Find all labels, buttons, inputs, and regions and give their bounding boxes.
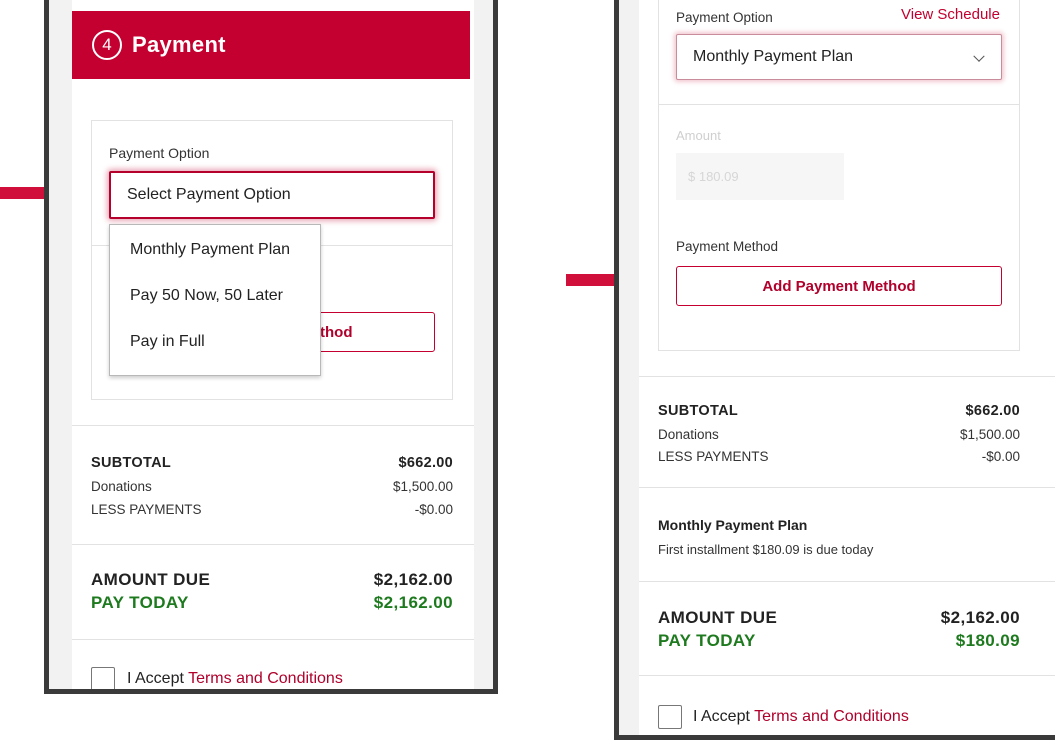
terms-link[interactable]: Terms and Conditions bbox=[188, 670, 343, 687]
less-payments-row: LESS PAYMENTS -$0.00 bbox=[91, 502, 453, 517]
add-payment-method-button[interactable]: Add Payment Method bbox=[676, 266, 1002, 306]
view-schedule-link[interactable]: View Schedule bbox=[901, 6, 1000, 23]
payment-method-label: Payment Method bbox=[676, 239, 779, 254]
select-value: Monthly Payment Plan bbox=[693, 48, 854, 65]
amount-label: Amount bbox=[676, 128, 721, 143]
payment-header: 4 Payment bbox=[72, 11, 470, 79]
phone-screen-left: 4 Payment Payment Option Select Payment … bbox=[44, 0, 498, 694]
option-pay-in-full[interactable]: Pay in Full bbox=[130, 333, 205, 351]
accept-terms-checkbox[interactable] bbox=[91, 667, 115, 689]
accept-terms-checkbox[interactable] bbox=[658, 705, 682, 729]
donations-row: Donations $1,500.00 bbox=[658, 427, 1020, 442]
plan-subtitle: First installment $180.09 is due today bbox=[658, 542, 874, 557]
payment-option-select[interactable]: Select Payment Option bbox=[109, 171, 435, 219]
pay-today-row: PAY TODAY $180.09 bbox=[658, 631, 1020, 650]
terms-link[interactable]: Terms and Conditions bbox=[754, 708, 909, 725]
divider bbox=[72, 544, 474, 545]
divider bbox=[639, 581, 1055, 582]
payment-option-label: Payment Option bbox=[109, 145, 210, 161]
accept-terms-text: I Accept Terms and Conditions bbox=[693, 708, 909, 725]
accept-terms-text: I Accept Terms and Conditions bbox=[127, 670, 343, 687]
divider bbox=[658, 104, 1020, 105]
option-pay-50-now[interactable]: Pay 50 Now, 50 Later bbox=[130, 287, 283, 305]
donations-row: Donations $1,500.00 bbox=[91, 479, 453, 494]
payment-option-select[interactable]: Monthly Payment Plan bbox=[676, 34, 1002, 80]
pay-today-row: PAY TODAY $2,162.00 bbox=[91, 593, 453, 612]
payment-option-label: Payment Option bbox=[676, 10, 773, 25]
section-title: Payment bbox=[132, 32, 226, 57]
subtotal-row: SUBTOTAL $662.00 bbox=[91, 455, 453, 471]
payment-option-dropdown: Monthly Payment Plan Pay 50 Now, 50 Late… bbox=[109, 224, 321, 376]
divider bbox=[639, 487, 1055, 488]
option-monthly-payment-plan[interactable]: Monthly Payment Plan bbox=[130, 241, 290, 259]
subtotal-row: SUBTOTAL $662.00 bbox=[658, 403, 1020, 419]
button-label: Add Payment Method bbox=[762, 277, 916, 295]
step-number-badge: 4 bbox=[92, 30, 122, 60]
select-placeholder: Select Payment Option bbox=[127, 186, 291, 203]
amount-input[interactable]: $ 180.09 bbox=[676, 153, 844, 200]
button-label-fragment: thod bbox=[320, 323, 353, 341]
chevron-down-icon bbox=[973, 50, 985, 62]
amount-due-row: AMOUNT DUE $2,162.00 bbox=[91, 570, 453, 589]
less-payments-row: LESS PAYMENTS -$0.00 bbox=[658, 449, 1020, 464]
amount-due-row: AMOUNT DUE $2,162.00 bbox=[658, 608, 1020, 627]
phone-screen-right: Payment Option View Schedule Monthly Pay… bbox=[614, 0, 1055, 740]
plan-title: Monthly Payment Plan bbox=[658, 517, 808, 533]
